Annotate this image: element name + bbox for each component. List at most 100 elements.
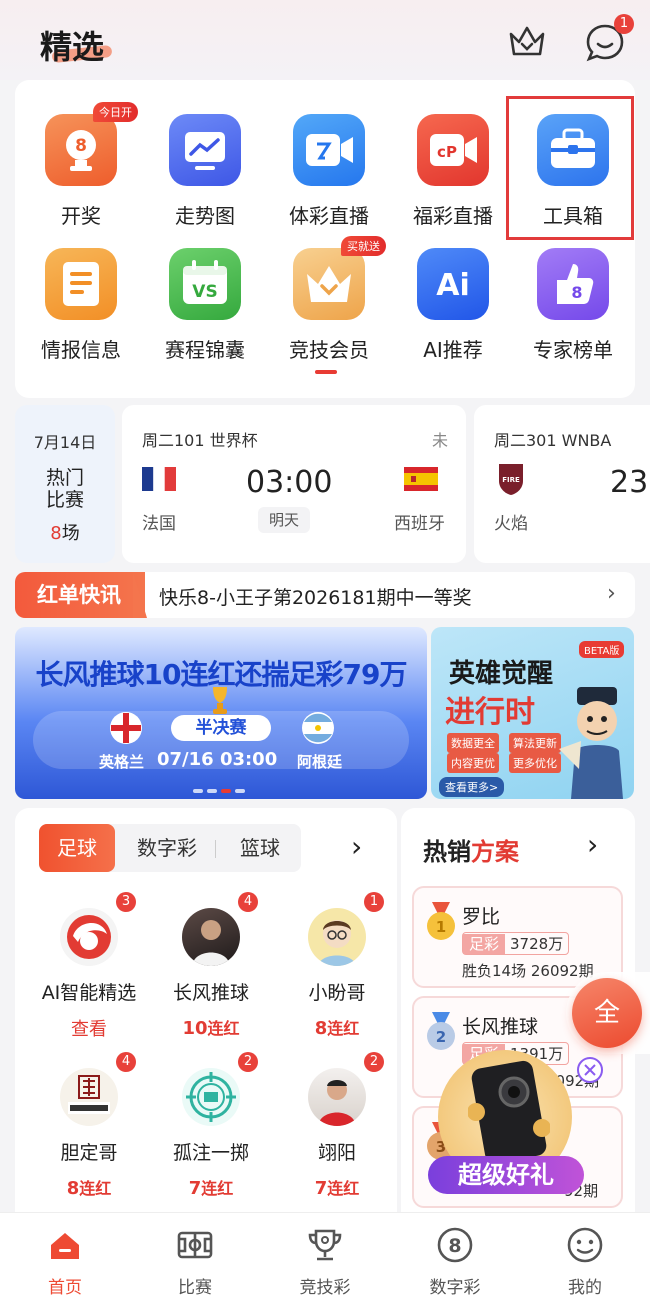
scheme-tag: 足彩 3728万 bbox=[462, 932, 570, 955]
side-title-1: 英雄觉醒 bbox=[449, 659, 554, 689]
expert-card[interactable]: 1 小盼哥 8连红 bbox=[277, 892, 397, 1039]
grid-item-sports-live[interactable]: 体彩直播 bbox=[267, 114, 391, 234]
grid-label: 走势图 bbox=[175, 204, 235, 228]
expert-count-badge: 2 bbox=[364, 1052, 384, 1072]
nav-profile[interactable]: 我的 bbox=[520, 1225, 650, 1298]
live-video-icon bbox=[293, 114, 365, 186]
streak-count: 8 bbox=[314, 1018, 328, 1039]
scheme-card[interactable]: 1 罗比 足彩 3728万 胜负14场 26092期 bbox=[412, 886, 623, 988]
expert-card[interactable]: 2 翊阳 7连红 bbox=[277, 1052, 397, 1199]
promo-banner-side[interactable]: BETA版 英雄觉醒 进行时 数据更全 算法更新 内容更优 更多优化 查看更多> bbox=[431, 627, 634, 799]
red-news-ticker[interactable]: 红单快讯 快乐8-小王子第2026181期中一等奖 › bbox=[15, 572, 635, 618]
trophy-8-icon: 8 今日开 bbox=[45, 102, 138, 186]
grid-item-trend[interactable]: 走势图 bbox=[143, 114, 267, 234]
svg-text:8: 8 bbox=[571, 283, 582, 302]
match-time: 03:00 bbox=[246, 465, 333, 500]
crown-vip-icon[interactable] bbox=[506, 22, 548, 62]
match-date: 7月14日 bbox=[33, 433, 97, 452]
match-status: 未 bbox=[432, 431, 449, 450]
svg-text:cP: cP bbox=[437, 143, 457, 161]
svg-text:2: 2 bbox=[436, 1028, 446, 1046]
match-day-badge: 明天 bbox=[258, 507, 310, 533]
promo-label: 超级好礼 bbox=[428, 1156, 584, 1194]
grid-label: 赛程锦囊 bbox=[165, 338, 245, 362]
document-icon bbox=[45, 248, 117, 320]
hot-matches-card[interactable]: 7月14日 热门 比赛 8场 bbox=[15, 405, 115, 563]
match-time: 23 bbox=[610, 465, 649, 500]
grid-label: AI推荐 bbox=[423, 338, 483, 362]
calendar-vs-icon: VS bbox=[169, 248, 241, 320]
title-part: 方案 bbox=[471, 838, 519, 866]
news-tag: 红单快讯 bbox=[15, 572, 145, 618]
streak-label: 连红 bbox=[327, 1019, 360, 1038]
today-draw-badge: 今日开 bbox=[93, 102, 138, 122]
match-count-unit: 场 bbox=[61, 523, 80, 544]
grid-item-ai[interactable]: Ai AI推荐 bbox=[391, 248, 515, 368]
svg-text:Ai: Ai bbox=[436, 268, 470, 303]
side-tag: 更多优化 bbox=[509, 753, 561, 773]
expert-card[interactable]: 2 孤注一掷 7连红 bbox=[151, 1052, 271, 1199]
page-title: 精选 bbox=[40, 28, 105, 66]
scheme-author: 长风推球 bbox=[462, 1016, 539, 1038]
all-lottery-fab[interactable]: 全 bbox=[572, 978, 642, 1048]
streak-label: 连红 bbox=[207, 1019, 240, 1038]
grid-label: 竞技会员 bbox=[289, 338, 369, 362]
grid-label: 体彩直播 bbox=[289, 204, 369, 228]
title-part: 热销 bbox=[423, 838, 471, 866]
grid-item-welfare-live[interactable]: cP 福彩直播 bbox=[391, 114, 515, 234]
team-a-name: 英格兰 bbox=[99, 753, 145, 771]
tab-digital-lottery[interactable]: 数字彩 bbox=[119, 824, 215, 872]
scheme-desc: 胜负14场 26092期 bbox=[462, 962, 594, 980]
expert-card[interactable]: 4 长风推球 10连红 bbox=[151, 892, 271, 1039]
view-link[interactable]: 查看 bbox=[29, 1015, 149, 1041]
nav-sports-lottery[interactable]: 竞技彩 bbox=[260, 1225, 390, 1298]
chevron-right-icon[interactable]: › bbox=[587, 828, 598, 861]
svg-text:8: 8 bbox=[75, 136, 87, 156]
fire-team-logo-icon: FIRE bbox=[499, 464, 523, 495]
grid-item-draw[interactable]: 8 今日开 开奖 bbox=[19, 102, 143, 234]
expert-card[interactable]: 4 胆定哥 8连红 bbox=[29, 1052, 149, 1199]
home-icon bbox=[51, 1233, 79, 1259]
hot-label: 热门 bbox=[45, 467, 84, 489]
world-cup-trophy-icon bbox=[213, 687, 227, 714]
nav-matches[interactable]: 比赛 bbox=[130, 1225, 260, 1298]
avatar: 2 bbox=[308, 1052, 384, 1126]
nav-label: 数字彩 bbox=[429, 1278, 481, 1298]
grid-page-indicator[interactable] bbox=[315, 370, 337, 374]
super-gift-promo[interactable]: 超级好礼 bbox=[424, 1050, 603, 1198]
match-label: 比赛 bbox=[45, 489, 84, 511]
close-icon[interactable] bbox=[576, 1056, 604, 1084]
banner-pager[interactable] bbox=[193, 789, 249, 793]
team-b-name: 阿根廷 bbox=[297, 753, 343, 771]
match-card[interactable]: 周二101 世界杯 未 03:00 法国 明天 西班牙 bbox=[122, 405, 466, 563]
tab-divider bbox=[215, 840, 216, 858]
side-more-link[interactable]: 查看更多> bbox=[439, 777, 505, 797]
match-league: 周二101 世界杯 bbox=[142, 431, 258, 450]
match-card[interactable]: 周二301 WNBA FIRE 23 火焰 bbox=[474, 405, 650, 563]
streak-count: 7 bbox=[314, 1178, 328, 1199]
grid-item-schedule[interactable]: VS 赛程锦囊 bbox=[143, 248, 267, 368]
silver-medal-icon: 2 bbox=[427, 1012, 455, 1050]
expert-name: 胆定哥 bbox=[60, 1142, 118, 1164]
avatar: 3 bbox=[60, 892, 136, 966]
svg-text:8: 8 bbox=[448, 1235, 461, 1257]
promo-banner-main[interactable]: 长风推球10连红还揣足彩79万 半决赛 英格兰 07/16 03:00 阿根廷 bbox=[15, 627, 427, 799]
expert-card-ai[interactable]: 3 AI智能精选 查看 bbox=[29, 892, 149, 1041]
mascot-illustration bbox=[559, 687, 623, 799]
home-team: 火焰 bbox=[494, 514, 528, 534]
avatar: 4 bbox=[182, 892, 258, 966]
chevron-right-icon[interactable]: › bbox=[351, 830, 362, 863]
tab-basketball[interactable]: 篮球 bbox=[219, 824, 301, 872]
expert-panel: 足球 数字彩 篮球 › 3 AI智能精选 查看 4 长风推球 10连红 1 小盼… bbox=[15, 808, 397, 1228]
avatar: 4 bbox=[60, 1052, 136, 1126]
grid-item-vip[interactable]: 买就送 竞技会员 bbox=[267, 236, 391, 368]
nav-label: 竞技彩 bbox=[299, 1278, 351, 1298]
grid-label: 专家榜单 bbox=[533, 338, 613, 362]
nav-home[interactable]: 首页 bbox=[0, 1225, 130, 1298]
grid-item-expert-rank[interactable]: 8 专家榜单 bbox=[511, 248, 635, 368]
grid-item-intel[interactable]: 情报信息 bbox=[19, 248, 143, 368]
avatar: 2 bbox=[182, 1052, 258, 1126]
tab-football[interactable]: 足球 bbox=[39, 824, 115, 872]
buy-gift-badge: 买就送 bbox=[341, 236, 386, 256]
nav-digital-lottery[interactable]: 8 数字彩 bbox=[390, 1225, 520, 1298]
